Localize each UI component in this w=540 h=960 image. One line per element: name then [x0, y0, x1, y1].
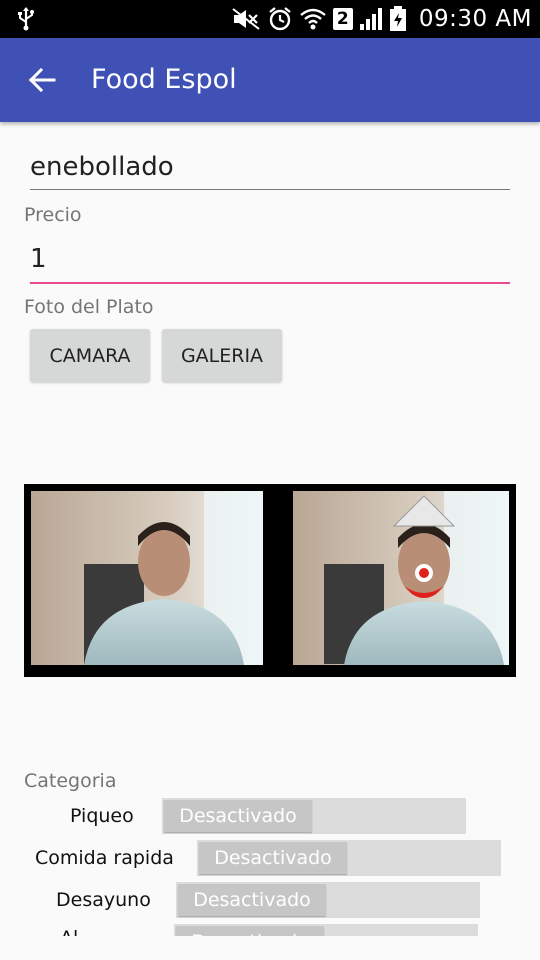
category-label: Categoria [24, 770, 117, 792]
price-input[interactable]: 1 [30, 244, 510, 284]
mute-icon [232, 8, 260, 30]
dish-name-input[interactable]: enebollado [30, 152, 510, 190]
category-name: Piqueo [70, 805, 134, 827]
price-label: Precio [24, 204, 82, 226]
dish-photo-preview [24, 484, 516, 677]
toggle-state: Desactivado [178, 884, 326, 916]
category-list: Piqueo Desactivado Comida rapida Desacti… [0, 796, 540, 936]
battery-icon [389, 6, 406, 31]
category-toggle[interactable]: Desactivado [197, 840, 501, 876]
category-row-comida-rapida: Comida rapida Desactivado [0, 840, 540, 876]
category-name: Comida rapida [35, 847, 174, 869]
status-bar: 2 09:30 AM [0, 0, 540, 38]
usb-icon [18, 7, 34, 31]
signal-icon [359, 8, 382, 30]
sim-slot-badge: 2 [332, 8, 353, 30]
toggle-state: Desactivado [164, 800, 312, 832]
photo-image [31, 491, 509, 665]
alarm-icon [269, 7, 291, 31]
app-title: Food Espol [91, 64, 237, 95]
arrow-left-icon[interactable] [20, 58, 64, 102]
category-toggle[interactable]: Desactivado [176, 882, 480, 918]
toggle-state: Desactivado [199, 842, 347, 874]
gallery-button[interactable]: GALERIA [162, 329, 282, 382]
category-toggle[interactable]: Desactivado [174, 924, 478, 936]
status-clock: 09:30 AM [418, 6, 532, 32]
category-name: Al [60, 927, 78, 936]
wifi-icon [300, 8, 326, 30]
category-row-piqueo: Piqueo Desactivado [0, 798, 540, 834]
category-row-desayuno: Desayuno Desactivado [0, 882, 540, 918]
toggle-state: Desactivado [176, 926, 324, 936]
category-toggle[interactable]: Desactivado [162, 798, 466, 834]
category-row-partial: Al Desactivado [0, 924, 540, 936]
app-bar: Food Espol [0, 38, 540, 122]
photo-label: Foto del Plato [24, 296, 154, 318]
category-name: Desayuno [56, 889, 151, 911]
camera-button[interactable]: CAMARA [30, 329, 150, 382]
